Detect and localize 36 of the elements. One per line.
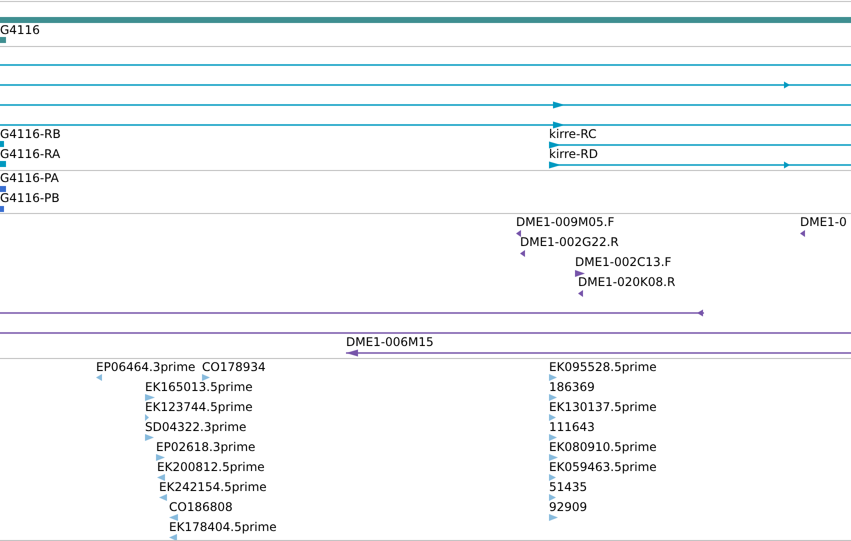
feature-label: kirre-RC	[549, 127, 597, 141]
feature-label: DME1-002G22.R	[520, 235, 619, 249]
feature-label: EK095528.5prime	[549, 360, 657, 374]
feature-label: EK123744.5prime	[145, 400, 253, 414]
feature-label: G4116-PB	[0, 191, 60, 205]
feature-block	[0, 141, 4, 147]
feature-label: DME1-020K08.R	[578, 275, 676, 289]
feature-block	[0, 206, 4, 212]
feature-block	[0, 186, 6, 192]
feature-label: G4116-PA	[0, 171, 59, 185]
feature-block	[0, 161, 6, 167]
feature-label: DME1-006M15	[346, 335, 434, 349]
feature-label: EP02618.3prime	[156, 440, 256, 454]
feature-label: CO178934	[202, 360, 266, 374]
feature-label: EK059463.5prime	[549, 460, 657, 474]
feature-label: EK178404.5prime	[169, 520, 277, 534]
feature-label: 111643	[549, 420, 595, 434]
feature-label: DME1-002C13.F	[575, 255, 672, 269]
feature-block	[0, 37, 6, 43]
feature-label: EK080910.5prime	[549, 440, 657, 454]
feature-label: G4116-RB	[0, 127, 61, 141]
feature-label: 51435	[549, 480, 588, 494]
feature-label: G4116-RA	[0, 147, 60, 161]
feature-label: G4116	[0, 23, 40, 37]
feature-label: 92909	[549, 500, 588, 514]
feature-label: DME1-009M05.F	[516, 215, 614, 229]
feature-label: EK242154.5prime	[159, 480, 267, 494]
feature-label: EK130137.5prime	[549, 400, 657, 414]
feature-label: EK165013.5prime	[145, 380, 253, 394]
feature-label: CO186808	[169, 500, 233, 514]
feature-label: SD04322.3prime	[145, 420, 246, 434]
feature-label: DME1-0	[800, 215, 847, 229]
feature-label: EK200812.5prime	[157, 460, 265, 474]
feature-label: 186369	[549, 380, 595, 394]
feature-label: kirre-RD	[549, 147, 598, 161]
feature-label: EP06464.3prime	[96, 360, 196, 374]
